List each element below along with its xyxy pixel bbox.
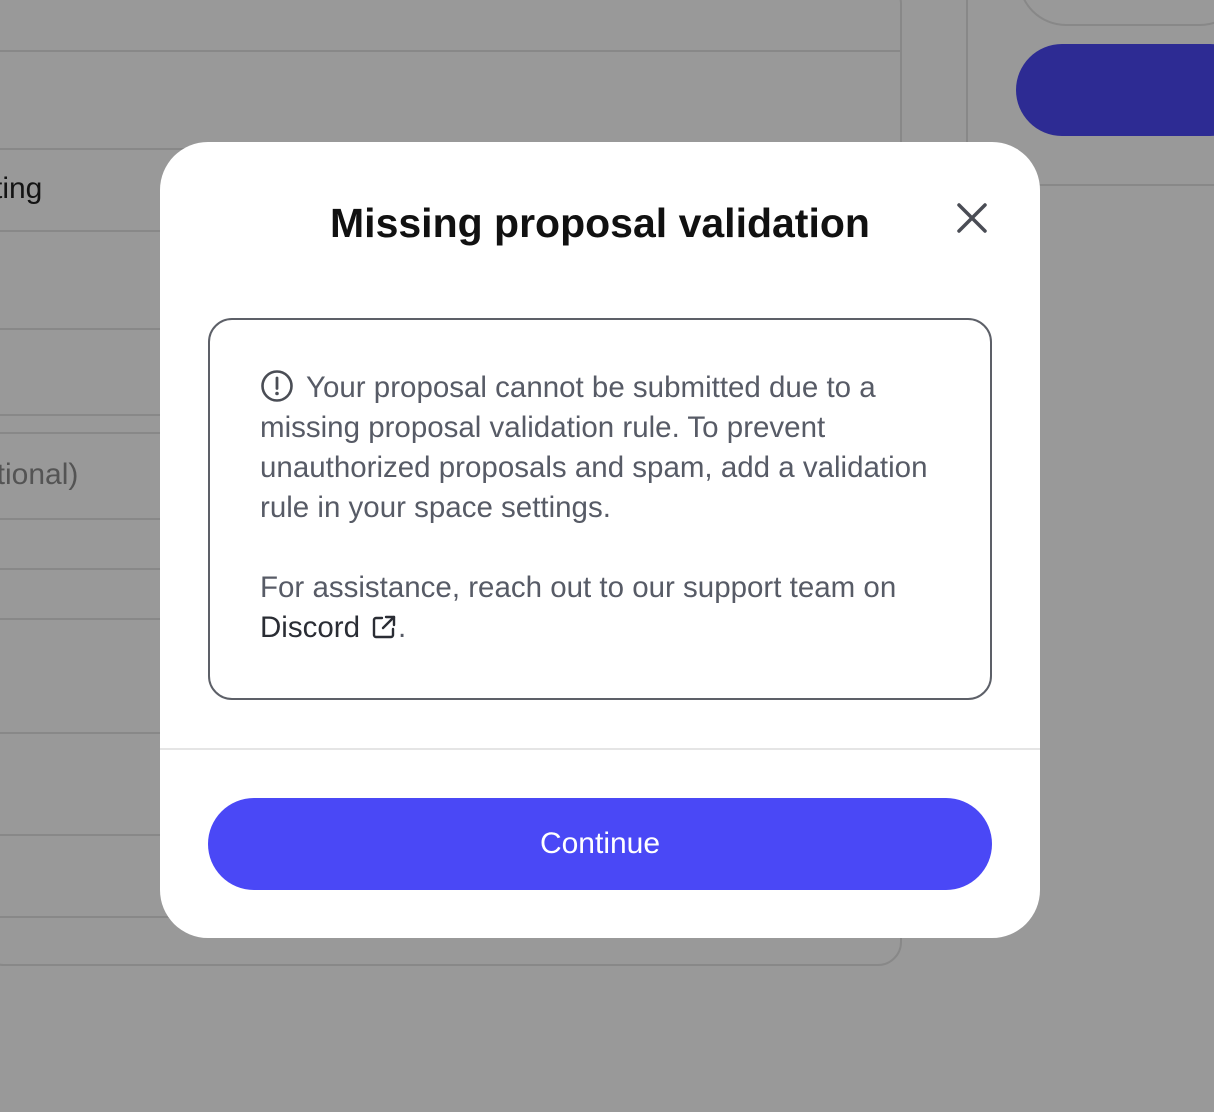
support-text: For assistance, reach out to our support…	[260, 571, 897, 604]
notice-text: Your proposal cannot be submitted due to…	[260, 371, 928, 524]
close-button[interactable]	[952, 198, 992, 238]
discord-link[interactable]: Discord	[260, 611, 398, 644]
notice-box: Your proposal cannot be submitted due to…	[208, 318, 992, 700]
support-text-end: .	[398, 611, 407, 644]
continue-button[interactable]: Continue	[208, 798, 992, 890]
modal-title: Missing proposal validation	[330, 200, 870, 246]
close-icon	[957, 203, 987, 233]
external-link-icon	[372, 615, 396, 639]
modal-divider	[160, 748, 1040, 750]
notice-message: Your proposal cannot be submitted due to…	[260, 368, 942, 528]
info-circle-icon	[261, 370, 293, 402]
support-message: For assistance, reach out to our support…	[260, 568, 942, 648]
discord-link-label: Discord	[260, 611, 360, 644]
validation-modal: Missing proposal validation Your proposa…	[160, 142, 1040, 938]
